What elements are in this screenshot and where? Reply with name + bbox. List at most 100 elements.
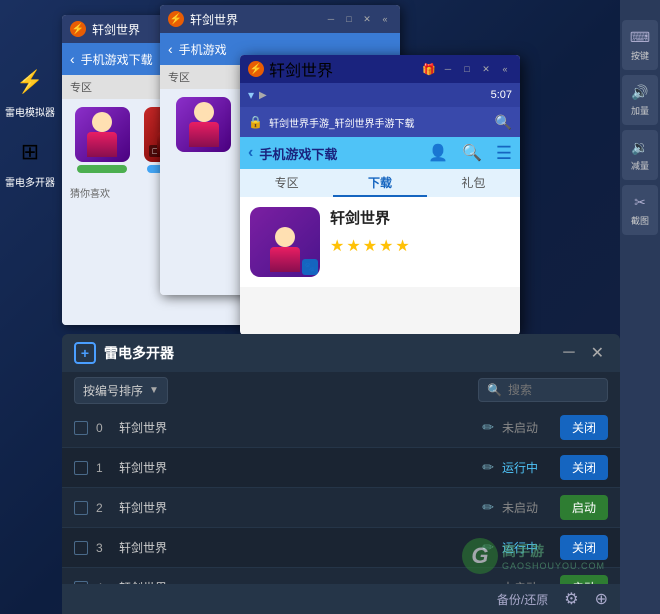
volume-up-button[interactable]: 🔊 加量 xyxy=(622,75,658,125)
row2-name: 轩剑世界 xyxy=(119,499,474,516)
win2-logo: ⚡ xyxy=(168,11,184,27)
table-row: 0 轩剑世界 ✏ 未启动 关闭 xyxy=(62,408,620,448)
win3-back-icon[interactable]: ‹ xyxy=(248,144,253,162)
row1-action-btn[interactable]: 关闭 xyxy=(560,455,608,480)
mp-settings-icon[interactable]: ⚙ xyxy=(564,589,578,609)
win2-close[interactable]: ✕ xyxy=(360,12,374,26)
win1-bar-1 xyxy=(77,165,127,173)
mp-minimize-btn[interactable]: ─ xyxy=(559,344,578,362)
mp-close-btn[interactable]: ✕ xyxy=(587,343,608,363)
mp-search-input[interactable] xyxy=(508,383,588,397)
row1-edit-icon[interactable]: ✏ xyxy=(482,459,494,476)
volume-down-button[interactable]: 🔉 减量 xyxy=(622,130,658,180)
mp-add-icon: + xyxy=(74,342,96,364)
win2-game-1[interactable] xyxy=(168,97,239,152)
win3-stars: ★★★★★ xyxy=(330,236,510,256)
volume-up-icon: 🔊 xyxy=(631,84,648,101)
win1-thumb-1 xyxy=(75,107,130,162)
row2-num: 2 xyxy=(96,501,111,515)
row1-num: 1 xyxy=(96,461,111,475)
row3-checkbox[interactable] xyxy=(74,541,88,555)
win3-controls: 🎁 ─ □ ✕ « xyxy=(422,62,512,76)
row4-edit-icon[interactable]: ✏ xyxy=(482,579,494,584)
row1-checkbox[interactable] xyxy=(74,461,88,475)
mp-sort-select[interactable]: 按编号排序 ▼ xyxy=(74,377,168,404)
user-icon[interactable]: 👤 xyxy=(428,143,448,163)
table-row: 1 轩剑世界 ✏ 运行中 关闭 xyxy=(62,448,620,488)
multi-icon-item[interactable]: ⊞ 雷电多开器 xyxy=(5,130,55,190)
win2-minimize[interactable]: ─ xyxy=(324,12,338,26)
row0-num: 0 xyxy=(96,421,111,435)
screenshot-button[interactable]: ✂ 截图 xyxy=(622,185,658,235)
row1-status: 运行中 xyxy=(502,459,552,476)
row2-status: 未启动 xyxy=(502,499,552,516)
tab-gift[interactable]: 礼包 xyxy=(427,169,520,197)
tab-zone[interactable]: 专区 xyxy=(240,169,333,197)
row0-status: 未启动 xyxy=(502,419,552,436)
win3-extra[interactable]: « xyxy=(498,62,512,76)
mp-sort-label: 按编号排序 xyxy=(83,382,143,399)
emulator-icon-item[interactable]: ⚡ 雷电模拟器 xyxy=(5,60,55,120)
win2-thumb-1 xyxy=(176,97,231,152)
right-sidebar: ⌨ 按键 🔊 加量 🔉 减量 ✂ 截图 xyxy=(620,0,660,614)
url-text: 轩剑世界手游_轩剑世界手游下载 xyxy=(269,115,489,130)
win3-status-bar: ▾ ▶ 5:07 xyxy=(240,83,520,107)
row3-num: 3 xyxy=(96,541,111,555)
win3-nav: ‹ 手机游戏下载 👤 🔍 ☰ xyxy=(240,137,520,169)
win1-nav-label: 手机游戏下载 xyxy=(81,51,153,68)
win3-gift-icon: 🎁 xyxy=(422,63,436,76)
win2-maximize[interactable]: □ xyxy=(342,12,356,26)
url-search-icon[interactable]: 🔍 xyxy=(495,114,512,131)
row0-checkbox[interactable] xyxy=(74,421,88,435)
row1-name: 轩剑世界 xyxy=(119,459,474,476)
row2-edit-icon[interactable]: ✏ xyxy=(482,499,494,516)
mp-titlebar: + 雷电多开器 ─ ✕ xyxy=(62,334,620,372)
win3-game-row: 🐾 轩剑世界 ★★★★★ xyxy=(240,197,520,287)
win1-back-icon[interactable]: ‹ xyxy=(70,51,75,67)
row0-name: 轩剑世界 xyxy=(119,419,474,436)
win2-back-icon[interactable]: ‹ xyxy=(168,41,173,57)
win3-tabs: 专区 下载 礼包 xyxy=(240,169,520,197)
row2-checkbox[interactable] xyxy=(74,501,88,515)
screenshot-label: 截图 xyxy=(631,214,649,227)
mp-footer: 备份/还原 ⚙ ⊕ xyxy=(62,584,620,614)
lock-icon: 🔒 xyxy=(248,115,263,129)
mp-add-new-icon[interactable]: ⊕ xyxy=(595,589,608,609)
win3-paw-badge: 🐾 xyxy=(302,259,318,275)
win3-close[interactable]: ✕ xyxy=(479,62,493,76)
win2-extra[interactable]: « xyxy=(378,12,392,26)
tab-download[interactable]: 下载 xyxy=(333,169,426,197)
win3-title: 轩剑世界 xyxy=(269,57,333,81)
win3-minimize[interactable]: ─ xyxy=(441,62,455,76)
win1-logo: ⚡ xyxy=(70,21,86,37)
win1-game-1[interactable] xyxy=(70,107,135,173)
keys-icon: ⌨ xyxy=(630,29,650,46)
win3-game-thumb: 🐾 xyxy=(250,207,320,277)
row4-checkbox[interactable] xyxy=(74,581,88,585)
watermark-g: G xyxy=(471,543,488,569)
row0-edit-icon[interactable]: ✏ xyxy=(482,419,494,436)
win3-game-name: 轩剑世界 xyxy=(330,207,510,228)
multi-label: 雷电多开器 xyxy=(5,178,55,190)
left-icon-bar: ⚡ 雷电模拟器 ⊞ 雷电多开器 xyxy=(0,60,60,190)
menu-icon[interactable]: ☰ xyxy=(496,143,512,164)
row4-num: 4 xyxy=(96,581,111,585)
watermark-logo: G xyxy=(462,538,498,574)
mp-search-icon: 🔍 xyxy=(487,383,502,397)
watermark: G 高手游 GAOSHOUYOU.COM xyxy=(462,538,605,574)
mp-backup-btn[interactable]: 备份/还原 xyxy=(497,591,548,608)
keys-button[interactable]: ⌨ 按键 xyxy=(622,20,658,70)
row0-action-btn[interactable]: 关闭 xyxy=(560,415,608,440)
row2-action-btn[interactable]: 启动 xyxy=(560,495,608,520)
row4-action-btn[interactable]: 启动 xyxy=(560,575,608,584)
signal-icon: ▶ xyxy=(259,90,267,101)
watermark-site-top: 高手游 xyxy=(502,541,605,561)
search-nav-icon[interactable]: 🔍 xyxy=(462,143,482,163)
win3-titlebar: ⚡ 轩剑世界 🎁 ─ □ ✕ « xyxy=(240,55,520,83)
volume-up-label: 加量 xyxy=(631,104,649,117)
row3-name: 轩剑世界 xyxy=(119,539,474,556)
win2-titlebar: ⚡ 轩剑世界 ─ □ ✕ « xyxy=(160,5,400,33)
mp-toolbar: 按编号排序 ▼ 🔍 xyxy=(62,372,620,408)
mp-search-box: 🔍 xyxy=(478,378,608,402)
win3-maximize[interactable]: □ xyxy=(460,62,474,76)
